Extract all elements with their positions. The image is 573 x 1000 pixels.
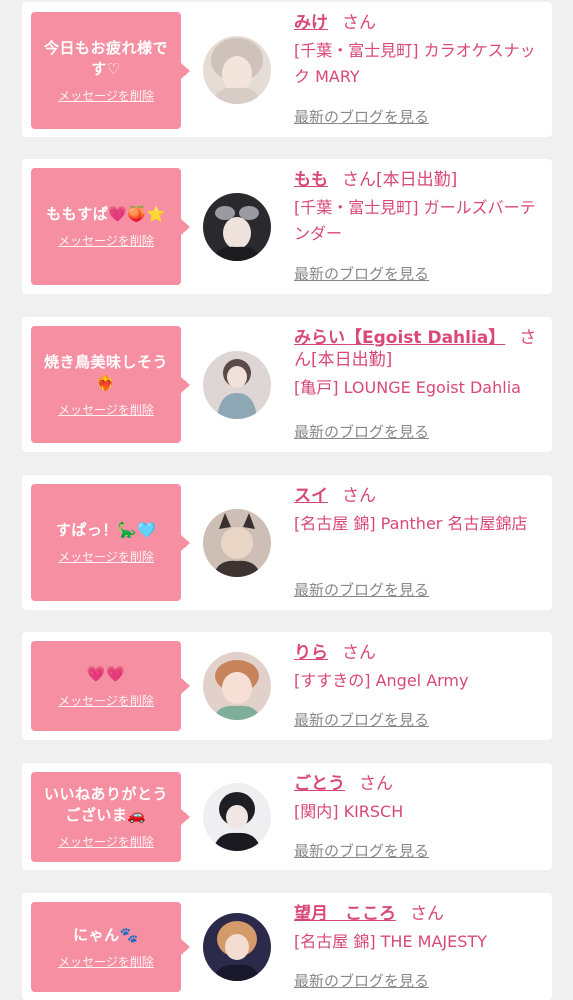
honorific: さん	[342, 486, 376, 506]
delete-message-link[interactable]: メッセージを削除	[58, 401, 154, 418]
message-text: いいねありがとうございま🚗	[43, 785, 168, 824]
message-bubble: すぱっ！🦕🩵 メッセージを削除	[31, 484, 190, 601]
profile-info: スイ さん [名古屋 錦] Panther 名古屋錦店	[294, 485, 546, 537]
latest-blog-link[interactable]: 最新のブログを見る	[294, 421, 429, 442]
profile-info: 望月 こころ さん [名古屋 錦] THE MAJESTY	[294, 903, 546, 955]
message-card: 焼き鳥美味しそう❤️‍🔥 メッセージを削除 みらい【Egoist Dahlia】…	[22, 317, 552, 452]
profile-name-link[interactable]: みけ	[294, 13, 328, 33]
honorific: さん	[342, 643, 376, 663]
profile-name-link[interactable]: 望月 こころ	[294, 904, 396, 924]
profile-name-link[interactable]: もも	[294, 170, 328, 190]
delete-message-link[interactable]: メッセージを削除	[58, 833, 154, 850]
message-bubble: 今日もお疲れ様です♡ メッセージを削除	[31, 12, 190, 129]
message-text: すぱっ！🦕🩵	[55, 521, 157, 539]
profile-info: もも さん[本日出勤] [千葉・富士見町] ガールズバーテンダー	[294, 169, 546, 247]
delete-message-link[interactable]: メッセージを削除	[58, 548, 154, 565]
latest-blog-link[interactable]: 最新のブログを見る	[294, 579, 429, 600]
honorific: さん[本日出勤]	[342, 170, 458, 190]
message-bubble: 焼き鳥美味しそう❤️‍🔥 メッセージを削除	[31, 326, 190, 443]
avatar[interactable]	[203, 351, 271, 419]
message-card: すぱっ！🦕🩵 メッセージを削除 スイ さん [名古屋 錦] Panther 名古屋…	[22, 475, 552, 610]
delete-message-link[interactable]: メッセージを削除	[58, 87, 154, 104]
avatar[interactable]	[203, 36, 271, 104]
latest-blog-link[interactable]: 最新のブログを見る	[294, 970, 429, 991]
avatar[interactable]	[203, 652, 271, 720]
latest-blog-link[interactable]: 最新のブログを見る	[294, 263, 429, 284]
honorific: さん	[359, 774, 393, 794]
avatar[interactable]	[203, 783, 271, 851]
latest-blog-link[interactable]: 最新のブログを見る	[294, 106, 429, 127]
message-bubble: にゃん🐾 メッセージを削除	[31, 902, 190, 992]
message-bubble: いいねありがとうございま🚗 メッセージを削除	[31, 772, 190, 862]
shop-info: [亀戸] LOUNGE Egoist Dahlia	[294, 378, 521, 397]
delete-message-link[interactable]: メッセージを削除	[58, 692, 154, 709]
message-card: にゃん🐾 メッセージを削除 望月 こころ さん [名古屋 錦] THE MAJES…	[22, 893, 552, 1000]
message-card: ももすぱ💗🍑⭐ メッセージを削除 もも さん[本日出勤] [千葉・富士見町] ガー…	[22, 159, 552, 294]
profile-info: りら さん [すすきの] Angel Army	[294, 642, 546, 694]
message-bubble: 💗💗 メッセージを削除	[31, 641, 190, 731]
message-card: いいねありがとうございま🚗 メッセージを削除 ごとう さん [関内] KIRSCH…	[22, 763, 552, 870]
profile-name-link[interactable]: りら	[294, 643, 328, 663]
avatar[interactable]	[203, 193, 271, 261]
message-text: 💗💗	[86, 664, 126, 683]
avatar[interactable]	[203, 509, 271, 577]
message-card: 今日もお疲れ様です♡ メッセージを削除 みけ さん [千葉・富士見町] カラオケス…	[22, 2, 552, 137]
profile-info: みけ さん [千葉・富士見町] カラオケスナック MARY	[294, 12, 546, 90]
message-text: ももすぱ💗🍑⭐	[46, 205, 166, 223]
shop-info: [千葉・富士見町] ガールズバーテンダー	[294, 198, 536, 243]
profile-info: みらい【Egoist Dahlia】 さん[本日出勤] [亀戸] LOUNGE E…	[294, 327, 546, 401]
profile-name-link[interactable]: ごとう	[294, 774, 345, 794]
shop-info: [関内] KIRSCH	[294, 802, 404, 821]
delete-message-link[interactable]: メッセージを削除	[58, 232, 154, 249]
shop-info: [名古屋 錦] Panther 名古屋錦店	[294, 514, 528, 533]
shop-info: [すすきの] Angel Army	[294, 671, 469, 690]
shop-info: [千葉・富士見町] カラオケスナック MARY	[294, 41, 536, 86]
profile-name-link[interactable]: スイ	[294, 486, 328, 506]
honorific: さん	[342, 13, 376, 33]
message-text: 焼き鳥美味しそう❤️‍🔥	[43, 352, 168, 392]
latest-blog-link[interactable]: 最新のブログを見る	[294, 709, 429, 730]
delete-message-link[interactable]: メッセージを削除	[58, 953, 154, 970]
latest-blog-link[interactable]: 最新のブログを見る	[294, 840, 429, 861]
message-text: にゃん🐾	[73, 925, 139, 944]
profile-info: ごとう さん [関内] KIRSCH	[294, 773, 546, 825]
avatar[interactable]	[203, 913, 271, 981]
shop-info: [名古屋 錦] THE MAJESTY	[294, 932, 487, 951]
message-card: 💗💗 メッセージを削除 りら さん [すすきの] Angel Army 最新のブロ…	[22, 632, 552, 740]
honorific: さん	[410, 904, 444, 924]
message-bubble: ももすぱ💗🍑⭐ メッセージを削除	[31, 168, 190, 285]
message-text: 今日もお疲れ様です♡	[43, 38, 168, 78]
profile-name-link[interactable]: みらい【Egoist Dahlia】	[294, 328, 505, 348]
